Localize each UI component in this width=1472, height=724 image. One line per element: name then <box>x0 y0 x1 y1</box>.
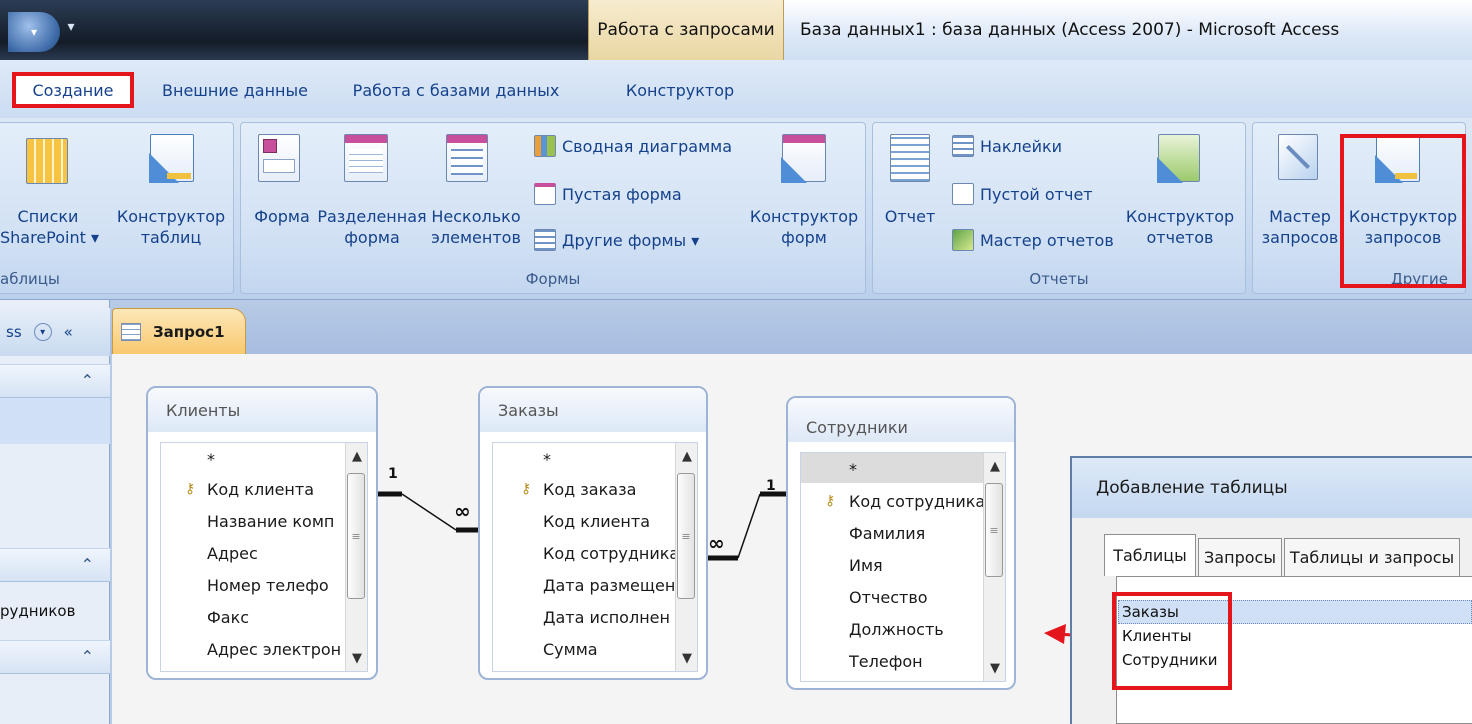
vertical-scrollbar[interactable]: ▲ ≡ ▼ <box>983 453 1005 681</box>
field-list: * Код клиента Название комп Адрес Номер … <box>160 442 368 672</box>
field-item[interactable]: Дата исполнен <box>543 601 670 633</box>
field-item[interactable]: Фамилия <box>849 517 925 549</box>
field-item[interactable]: * <box>543 443 551 475</box>
list-item-orders[interactable]: Заказы <box>1122 600 1179 624</box>
field-item[interactable]: Сумма <box>543 633 598 665</box>
scroll-down-arrow-icon[interactable]: ▼ <box>986 657 1004 679</box>
table-window-title[interactable]: Сотрудники <box>788 398 1014 442</box>
relation-1-line <box>401 493 457 531</box>
scroll-up-arrow-icon[interactable]: ▲ <box>678 445 696 467</box>
vertical-scrollbar[interactable]: ▲ ≡ ▼ <box>345 443 367 671</box>
field-item[interactable]: Код клиента <box>207 473 314 505</box>
table-window-orders[interactable]: Заказы * Код заказа Код клиента Код сотр… <box>478 386 708 680</box>
field-list: * Код заказа Код клиента Код сотрудника … <box>492 442 698 672</box>
primary-key-icon: ⚷ <box>185 481 196 497</box>
selected-field-row <box>801 453 983 483</box>
scroll-down-arrow-icon[interactable]: ▼ <box>678 647 696 669</box>
vertical-scrollbar[interactable]: ▲ ≡ ▼ <box>675 443 697 671</box>
field-item[interactable]: * <box>207 443 215 475</box>
scroll-down-arrow-icon[interactable]: ▼ <box>348 647 366 669</box>
table-window-title[interactable]: Заказы <box>480 388 706 432</box>
field-item[interactable]: Код заказа <box>543 473 636 505</box>
field-item[interactable]: Номер телефо <box>207 569 329 601</box>
scroll-up-arrow-icon[interactable]: ▲ <box>348 445 366 467</box>
table-window-clients[interactable]: Клиенты * Код клиента Название комп Адре… <box>146 386 378 680</box>
relation-2-many-label: ∞ <box>708 531 725 555</box>
field-item[interactable]: Имя <box>849 549 883 581</box>
table-window-employees[interactable]: Сотрудники * Код сотрудника Фамилия Имя … <box>786 396 1016 690</box>
relation-2-line <box>737 493 761 559</box>
scroll-up-arrow-icon[interactable]: ▲ <box>986 455 1004 477</box>
field-item[interactable]: Код сотрудника <box>543 537 679 569</box>
field-item[interactable]: Факс <box>207 601 249 633</box>
field-list: * Код сотрудника Фамилия Имя Отчество До… <box>800 452 1006 682</box>
field-item[interactable]: Должность <box>849 613 944 645</box>
field-item[interactable]: Адрес <box>207 537 258 569</box>
field-item[interactable]: Код сотрудника <box>849 485 985 517</box>
field-item[interactable]: Код клиента <box>543 505 650 537</box>
field-item[interactable]: Адрес электрон <box>207 633 341 665</box>
field-item[interactable]: Отчество <box>849 581 928 613</box>
pointer-arrow-head <box>1044 624 1066 644</box>
field-item[interactable]: Телефон <box>849 645 923 677</box>
dialog-tab-queries[interactable]: Запросы <box>1198 538 1282 576</box>
dialog-tab-tables[interactable]: Таблицы <box>1104 534 1196 576</box>
dialog-tab-tables-and-queries[interactable]: Таблицы и запросы <box>1284 538 1460 576</box>
scroll-thumb[interactable]: ≡ <box>985 483 1003 577</box>
field-item[interactable]: Дата размещен <box>543 569 675 601</box>
scroll-thumb[interactable]: ≡ <box>677 473 695 599</box>
table-window-title[interactable]: Клиенты <box>148 388 376 432</box>
list-item-clients[interactable]: Клиенты <box>1122 624 1192 648</box>
field-item[interactable]: * <box>849 453 857 485</box>
list-item-employees[interactable]: Сотрудники <box>1122 648 1218 672</box>
field-item[interactable]: Название комп <box>207 505 334 537</box>
relation-1-many-label: ∞ <box>454 499 471 523</box>
scroll-thumb[interactable]: ≡ <box>347 473 365 599</box>
primary-key-icon: ⚷ <box>521 481 532 497</box>
relation-2-one-label: 1 <box>766 478 776 494</box>
primary-key-icon: ⚷ <box>825 493 836 509</box>
dialog-title[interactable]: Добавление таблицы <box>1072 458 1472 518</box>
relation-1-one-label: 1 <box>388 466 398 482</box>
